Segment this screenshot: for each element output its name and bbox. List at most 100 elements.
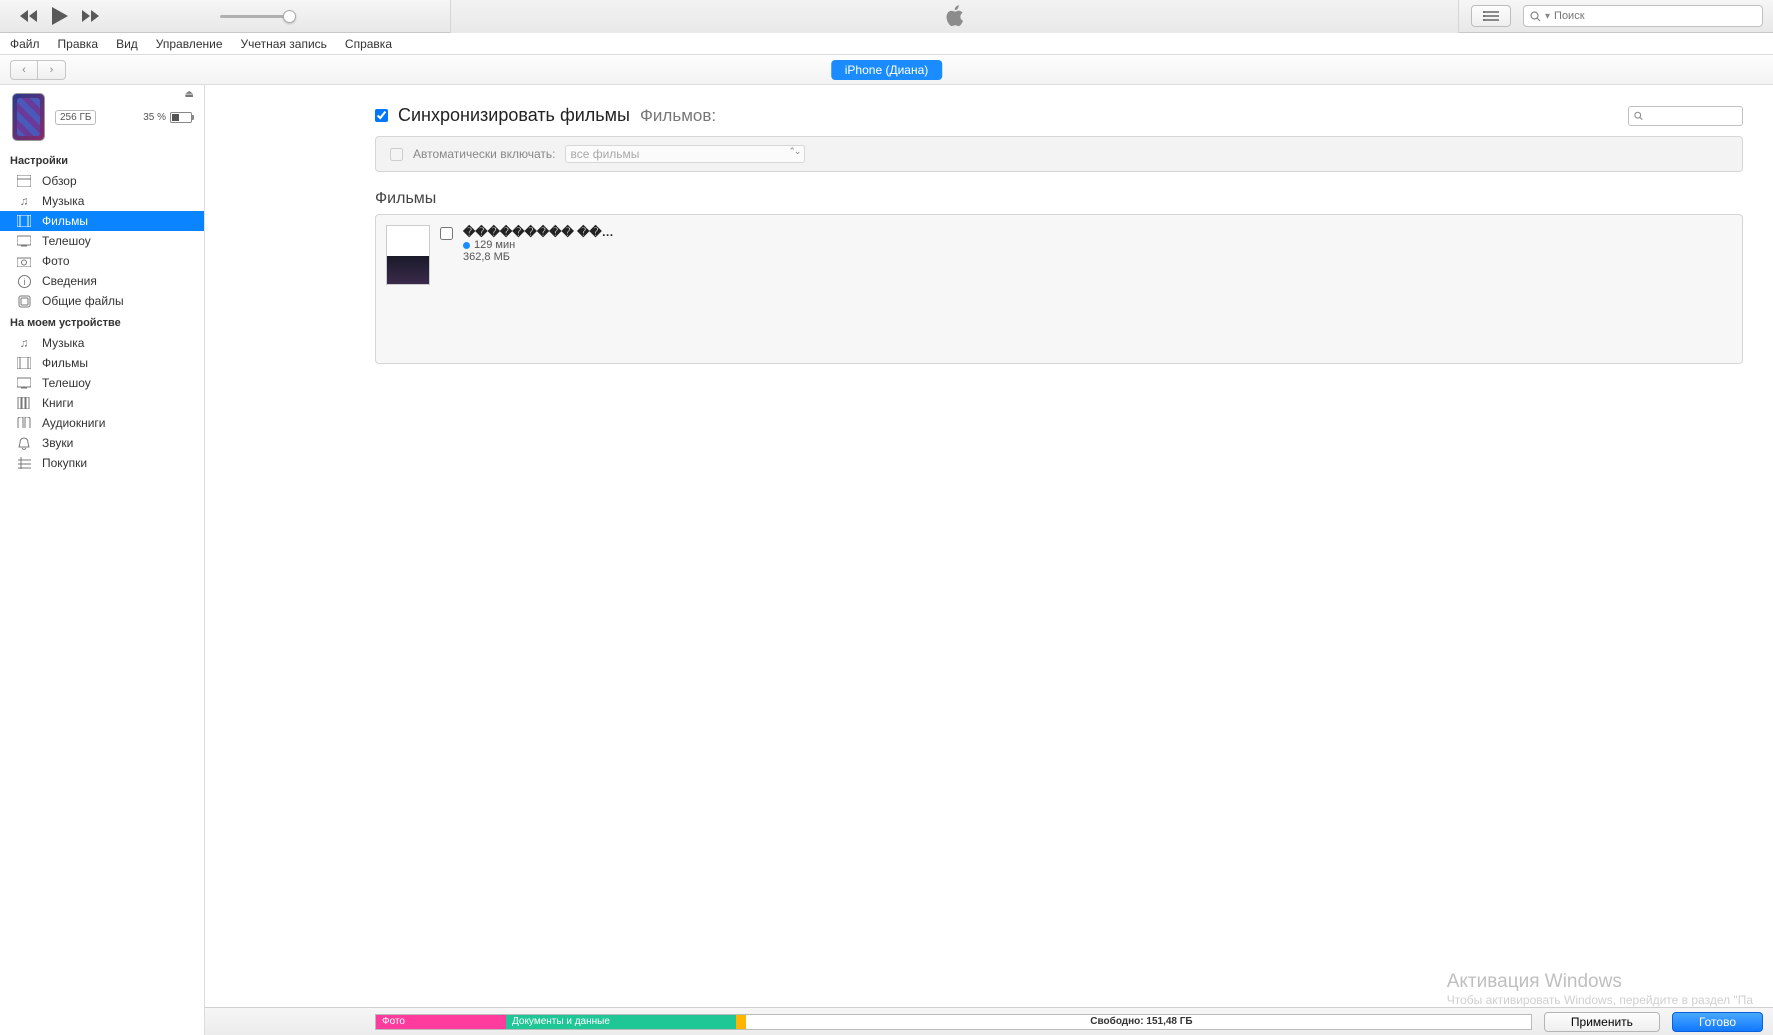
camera-icon (16, 254, 32, 268)
lcd-display (450, 0, 1459, 33)
sidebar-item-movies[interactable]: Фильмы (0, 211, 204, 231)
sidebar-item-label: Покупки (42, 456, 87, 470)
footer-bar: Фото Документы и данные Свободно: 151,48… (205, 1007, 1773, 1035)
auto-include-box: Автоматически включать: все фильмы (375, 136, 1743, 172)
auto-include-label: Автоматически включать: (413, 147, 555, 161)
prev-track-button[interactable] (20, 10, 38, 22)
nav-row: ‹ › iPhone (Диана) (0, 55, 1773, 85)
global-search[interactable]: ▾ (1523, 5, 1763, 27)
sidebar-item-info[interactable]: i Сведения (0, 271, 204, 291)
menu-edit[interactable]: Правка (58, 37, 99, 51)
next-track-button[interactable] (82, 10, 100, 22)
apple-logo-icon (945, 4, 965, 28)
sync-movies-checkbox[interactable] (375, 109, 388, 122)
film-icon (16, 356, 32, 370)
menu-help[interactable]: Справка (345, 37, 392, 51)
device-header[interactable]: ⏏ 256 ГБ 35 % (0, 85, 204, 149)
ondevice-item-audiobooks[interactable]: Аудиокниги (0, 413, 204, 433)
sidebar-item-label: Обзор (42, 174, 77, 188)
list-icon (1483, 11, 1499, 21)
sidebar-item-label: Фото (42, 254, 70, 268)
film-title: ��������� ��… (463, 225, 614, 239)
ondevice-item-tvshows[interactable]: Телешоу (0, 373, 204, 393)
global-search-input[interactable] (1554, 10, 1756, 22)
unwatched-dot-icon (463, 242, 470, 249)
film-checkbox[interactable] (440, 227, 453, 240)
storage-seg-docs: Документы и данные (506, 1015, 736, 1029)
sidebar: ⏏ 256 ГБ 35 % Настройки Обзор ♫ Музыка Фи… (0, 85, 205, 1035)
svg-text:i: i (23, 277, 25, 287)
storage-seg-photo: Фото (376, 1015, 506, 1029)
sidebar-item-label: Телешоу (42, 234, 91, 248)
film-icon (16, 214, 32, 228)
sidebar-item-files[interactable]: Общие файлы (0, 291, 204, 311)
sidebar-item-label: Музыка (42, 336, 84, 350)
audiobook-icon (16, 416, 32, 430)
bell-icon (16, 436, 32, 450)
sidebar-item-summary[interactable]: Обзор (0, 171, 204, 191)
film-thumbnail (386, 225, 430, 285)
sidebar-item-music[interactable]: ♫ Музыка (0, 191, 204, 211)
nav-back-button[interactable]: ‹ (10, 60, 38, 80)
sidebar-item-tvshows[interactable]: Телешоу (0, 231, 204, 251)
search-icon (1530, 11, 1541, 22)
films-header: Фильмы (375, 190, 1743, 208)
list-view-button[interactable] (1471, 5, 1511, 27)
ondevice-item-books[interactable]: Книги (0, 393, 204, 413)
sidebar-item-label: Общие файлы (42, 294, 124, 308)
files-icon (16, 294, 32, 308)
ondevice-item-music[interactable]: ♫ Музыка (0, 333, 204, 353)
storage-seg-other (736, 1015, 746, 1029)
sidebar-header-settings: Настройки (0, 149, 204, 171)
device-thumbnail (12, 93, 45, 141)
tv-icon (16, 376, 32, 390)
info-icon: i (16, 274, 32, 288)
ondevice-item-movies[interactable]: Фильмы (0, 353, 204, 373)
play-button[interactable] (52, 7, 68, 25)
local-search[interactable] (1628, 106, 1743, 126)
sidebar-item-label: Телешоу (42, 376, 91, 390)
sidebar-item-label: Фильмы (42, 356, 88, 370)
sidebar-header-ondevice: На моем устройстве (0, 311, 204, 333)
film-row[interactable]: ��������� ��… 129 мин 362,8 МБ (386, 225, 1732, 285)
summary-icon (16, 174, 32, 188)
books-icon (16, 396, 32, 410)
battery-icon (170, 112, 192, 123)
ondevice-item-tones[interactable]: Звуки (0, 433, 204, 453)
main-panel: Синхронизировать фильмы Фильмов: Автомат… (205, 85, 1773, 1035)
auto-include-checkbox[interactable] (390, 148, 403, 161)
sidebar-item-label: Книги (42, 396, 73, 410)
search-icon (1634, 111, 1643, 121)
sidebar-item-label: Звуки (42, 436, 73, 450)
eject-icon[interactable]: ⏏ (185, 89, 194, 100)
menu-account[interactable]: Учетная запись (241, 37, 327, 51)
sidebar-item-label: Аудиокниги (42, 416, 106, 430)
auto-include-select[interactable]: все фильмы (565, 145, 805, 163)
sidebar-item-photos[interactable]: Фото (0, 251, 204, 271)
menu-file[interactable]: Файл (10, 37, 40, 51)
done-button[interactable]: Готово (1672, 1012, 1763, 1032)
films-list: ��������� ��… 129 мин 362,8 МБ (375, 214, 1743, 364)
storage-bar[interactable]: Фото Документы и данные Свободно: 151,48… (375, 1014, 1532, 1030)
nav-forward-button[interactable]: › (38, 60, 66, 80)
menu-bar: Файл Правка Вид Управление Учетная запис… (0, 33, 1773, 55)
music-icon: ♫ (16, 336, 32, 350)
battery-indicator: 35 % (143, 112, 192, 123)
volume-slider[interactable] (220, 15, 290, 18)
menu-controls[interactable]: Управление (156, 37, 223, 51)
movies-count-label: Фильмов: (640, 106, 716, 126)
storage-seg-free: Свободно: 151,48 ГБ (746, 1015, 1531, 1029)
sidebar-item-label: Музыка (42, 194, 84, 208)
music-icon: ♫ (16, 194, 32, 208)
tv-icon (16, 234, 32, 248)
menu-view[interactable]: Вид (116, 37, 138, 51)
apply-button[interactable]: Применить (1544, 1012, 1660, 1032)
device-pill[interactable]: iPhone (Диана) (831, 60, 943, 80)
film-duration: 129 мин (463, 239, 614, 251)
local-search-input[interactable] (1643, 110, 1737, 122)
sidebar-item-label: Сведения (42, 274, 97, 288)
ondevice-item-purchases[interactable]: Покупки (0, 453, 204, 473)
search-dropdown-icon[interactable]: ▾ (1545, 11, 1550, 22)
top-toolbar: ▾ (0, 0, 1773, 33)
sidebar-item-label: Фильмы (42, 214, 88, 228)
